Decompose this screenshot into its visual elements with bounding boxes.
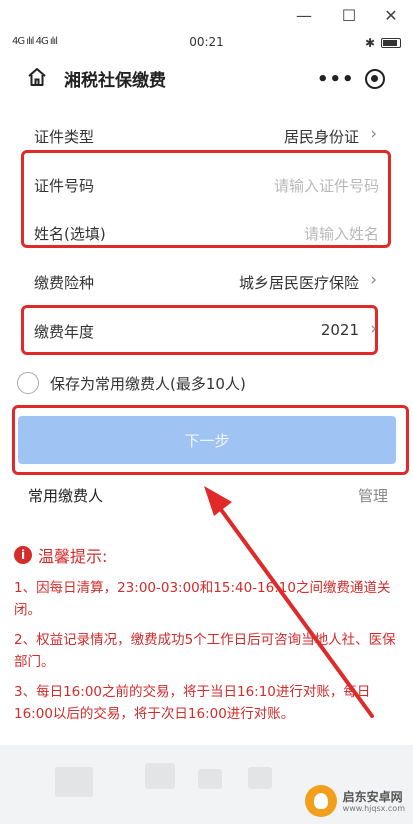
- annotation-arrow: [204, 486, 374, 718]
